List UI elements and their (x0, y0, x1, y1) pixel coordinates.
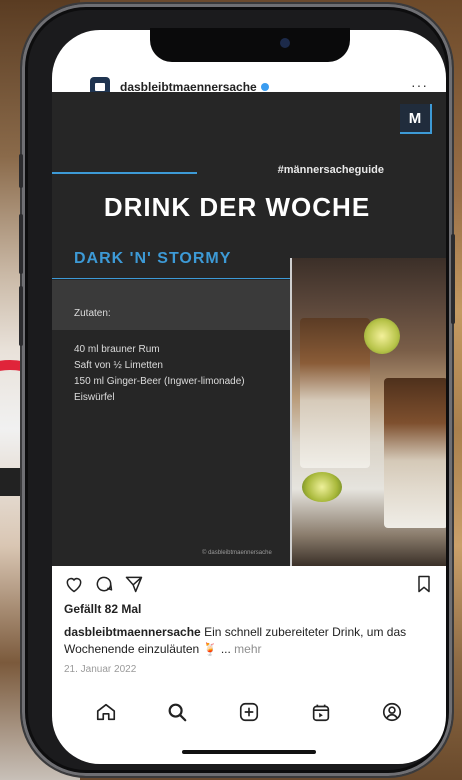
more-options-button[interactable]: ··· (411, 77, 428, 93)
likes-count[interactable]: Gefällt 82 Mal (64, 602, 141, 616)
home-indicator (182, 750, 316, 754)
drink-glass-back (300, 318, 370, 468)
ingredient-item: 150 ml Ginger-Beer (Ingwer-limonade) (74, 376, 245, 387)
hashtag-text: #männersacheguide (277, 164, 384, 176)
ingredients-label: Zutaten: (74, 308, 111, 319)
caption-username[interactable]: dasbleibtmaennersache (64, 625, 201, 639)
heart-icon[interactable] (64, 574, 84, 594)
caption-more-link[interactable]: mehr (231, 642, 261, 656)
brand-logo: M (400, 104, 432, 134)
shop-icon[interactable] (309, 700, 333, 724)
ingredient-item: 40 ml brauner Rum (74, 344, 160, 355)
background-tile (0, 468, 22, 496)
send-icon[interactable] (124, 574, 144, 594)
ingredient-item: Saft von ½ Limetten (74, 360, 163, 371)
post-image[interactable]: M #männersacheguide DRINK DER WOCHE DARK… (52, 92, 446, 566)
avatar-logo-icon (95, 83, 105, 91)
volume-up-button (19, 214, 23, 274)
headline: DRINK DER WOCHE (103, 192, 371, 222)
profile-icon[interactable] (380, 700, 404, 724)
photo-credit: © dasbleibtmaennersache (202, 550, 272, 556)
power-button (451, 234, 455, 324)
ingredients-label-band (52, 280, 290, 330)
post-date: 21. Januar 2022 (64, 664, 137, 675)
lime-wedge (302, 472, 342, 502)
notch (150, 28, 350, 62)
ingredient-item: Eiswürfel (74, 392, 115, 403)
add-post-icon[interactable] (237, 700, 261, 724)
search-icon[interactable] (165, 700, 189, 724)
phone-screen: dasbleibtmaennersache ··· M #männersache… (52, 30, 446, 764)
bottom-nav (52, 688, 446, 736)
phone-frame: dasbleibtmaennersache ··· M #männersache… (19, 4, 455, 776)
drink-name: DARK 'N' STORMY (74, 250, 232, 267)
volume-down-button (19, 286, 23, 346)
drink-glass-front (384, 378, 446, 528)
front-camera (280, 38, 290, 48)
comment-icon[interactable] (94, 574, 114, 594)
post-actions (52, 570, 446, 598)
mute-switch (19, 154, 23, 188)
home-icon[interactable] (94, 700, 118, 724)
verified-badge-icon (260, 83, 269, 91)
drink-name-rule (52, 278, 294, 279)
drink-photo (290, 258, 446, 566)
hashtag-rule (52, 172, 197, 174)
ingredients-list: 40 ml brauner Rum Saft von ½ Limetten 15… (74, 342, 274, 406)
caption: dasbleibtmaennersache Ein schnell zubere… (64, 624, 436, 658)
bookmark-icon[interactable] (414, 574, 434, 594)
